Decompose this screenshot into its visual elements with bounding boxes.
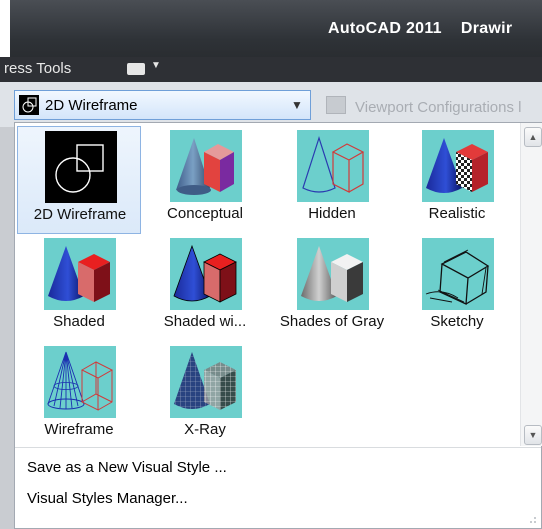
viewport-icon (326, 96, 346, 114)
gallery-item-shades-of-gray[interactable]: Shades of Gray (270, 234, 394, 342)
gallery-item-label: Shades of Gray (279, 313, 385, 330)
visual-style-combo[interactable]: 2D Wireframe ▼ (14, 90, 311, 120)
gallery-item-label: Hidden (308, 205, 356, 222)
gallery-item-label: Wireframe (44, 421, 114, 438)
title-bar: AutoCAD 2011 Drawir (0, 0, 542, 58)
gallery-item-label: Realistic (428, 205, 486, 222)
gallery-item-wireframe[interactable]: Wireframe (17, 342, 141, 450)
visual-style-combo-value: 2D Wireframe (45, 97, 138, 114)
gallery-item-label: Conceptual (167, 205, 243, 222)
menu-separator (15, 447, 541, 448)
scroll-down-icon[interactable]: ▼ (524, 425, 542, 445)
combo-dropdown-arrow-icon[interactable]: ▼ (291, 98, 303, 112)
hidden-thumbnail-icon (297, 130, 369, 202)
menu-express-tools[interactable]: ress Tools (4, 60, 71, 77)
shaded-with-edges-thumbnail-icon (170, 238, 242, 310)
gallery-item-conceptual[interactable]: Conceptual (143, 126, 267, 234)
document-name: Drawir (460, 20, 513, 37)
sketchy-thumbnail-icon (422, 238, 494, 310)
title-bar-left-edge (0, 0, 10, 57)
gallery-item-hidden[interactable]: Hidden (270, 126, 394, 234)
gallery-scrollbar[interactable]: ▲ ▼ (520, 123, 542, 446)
scroll-up-icon[interactable]: ▲ (524, 127, 542, 147)
gallery-item-label: X-Ray (184, 421, 226, 438)
app-name: AutoCAD 2011 (328, 20, 442, 37)
gallery-item-label: Shaded (53, 313, 105, 330)
save-as-new-visual-style-menu-item[interactable]: Save as a New Visual Style ... (27, 459, 227, 476)
conceptual-thumbnail-icon (170, 130, 242, 202)
visual-styles-manager-menu-item[interactable]: Visual Styles Manager... (27, 490, 188, 507)
gallery-item-shaded-with-edges[interactable]: Shaded wi... (143, 234, 267, 342)
realistic-thumbnail-icon (422, 130, 494, 202)
visual-styles-gallery: 2D Wireframe Conceptual Hidden Realistic (15, 123, 520, 446)
keyboard-icon[interactable] (127, 63, 145, 75)
gallery-item-label: Shaded wi... (163, 313, 247, 330)
chevron-down-icon[interactable]: ▼ (151, 60, 161, 71)
gallery-item-shaded[interactable]: Shaded (17, 234, 141, 342)
viewport-configurations-label: Viewport Configurations l (355, 99, 522, 116)
gallery-item-label: Sketchy (430, 313, 484, 330)
menu-bar: ress Tools ▼ (0, 57, 542, 83)
gallery-item-realistic[interactable]: Realistic (395, 126, 519, 234)
gallery-item-sketchy[interactable]: Sketchy (395, 234, 519, 342)
gallery-item-label: 2D Wireframe (33, 206, 127, 223)
x-ray-thumbnail-icon (170, 346, 242, 418)
2d-wireframe-thumbnail-icon (45, 131, 117, 203)
left-panel-strip (0, 127, 14, 529)
viewport-configurations-button[interactable]: Viewport Configurations l (326, 96, 521, 116)
resize-grip-icon[interactable] (527, 514, 537, 524)
gallery-item-x-ray[interactable]: X-Ray (143, 342, 267, 450)
shades-of-gray-thumbnail-icon (297, 238, 369, 310)
gallery-item-2d-wireframe[interactable]: 2D Wireframe (17, 126, 141, 234)
app-title: AutoCAD 2011 Drawir (328, 20, 512, 38)
wireframe-thumbnail-icon (44, 346, 116, 418)
2d-wireframe-icon (19, 95, 39, 115)
shaded-thumbnail-icon (44, 238, 116, 310)
